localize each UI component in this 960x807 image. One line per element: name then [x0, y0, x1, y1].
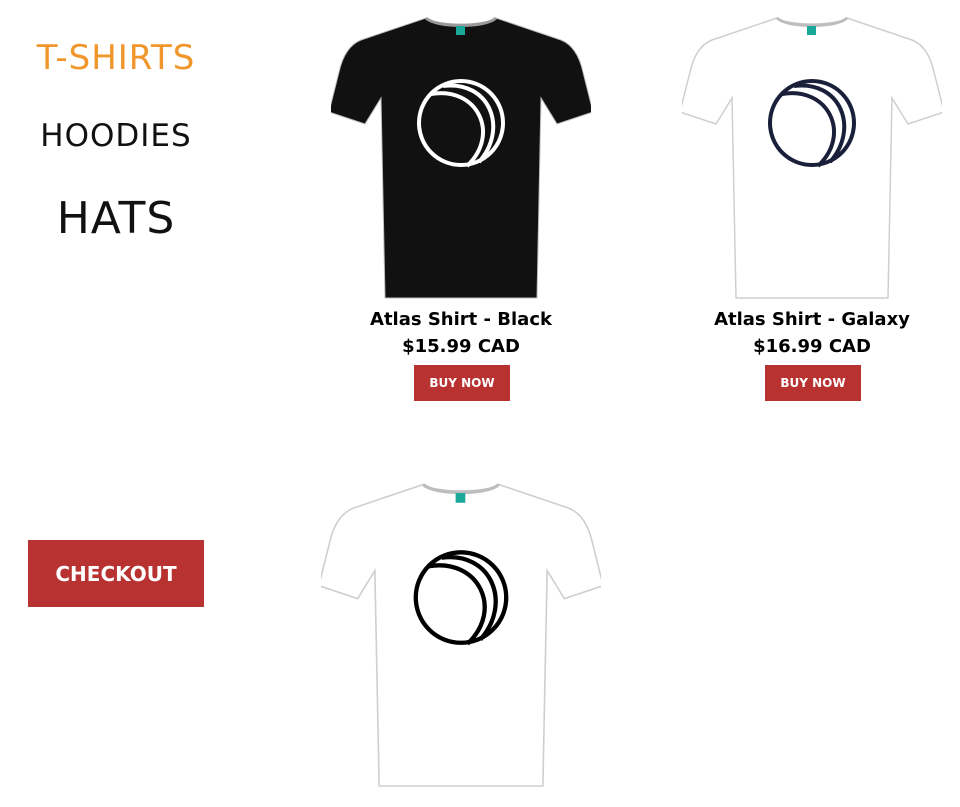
tag-icon: [456, 26, 465, 35]
tshirt-body: [682, 17, 942, 299]
collar: [422, 483, 500, 495]
collar: [775, 16, 849, 27]
nav-link-tshirts[interactable]: T-SHIRTS: [0, 38, 232, 78]
tshirt-body: [321, 483, 601, 787]
nav-link-hoodies[interactable]: HOODIES: [0, 118, 232, 154]
tag-icon: [807, 26, 816, 35]
product-card: Atlas Shirt - Galaxy $16.99 CAD BUY NOW: [662, 10, 960, 410]
product-name: Atlas Shirt - Black: [370, 309, 552, 330]
product-price: $16.99 CAD: [753, 336, 871, 357]
product-card: [311, 472, 611, 802]
tag-icon: [455, 493, 466, 503]
product-image[interactable]: [321, 472, 601, 792]
checkout-button[interactable]: CHECKOUT: [28, 540, 204, 607]
buy-now-button[interactable]: BUY NOW: [414, 365, 510, 401]
product-price: $15.99 CAD: [402, 336, 520, 357]
product-image[interactable]: [331, 10, 591, 300]
tshirt-body: [331, 17, 591, 299]
product-image[interactable]: [682, 10, 942, 300]
product-name: Atlas Shirt - Galaxy: [714, 309, 910, 330]
nav-link-hats[interactable]: HATS: [0, 193, 232, 244]
product-card: Atlas Shirt - Black $15.99 CAD BUY NOW: [311, 10, 611, 410]
buy-now-button[interactable]: BUY NOW: [765, 365, 861, 401]
collar: [424, 16, 498, 27]
